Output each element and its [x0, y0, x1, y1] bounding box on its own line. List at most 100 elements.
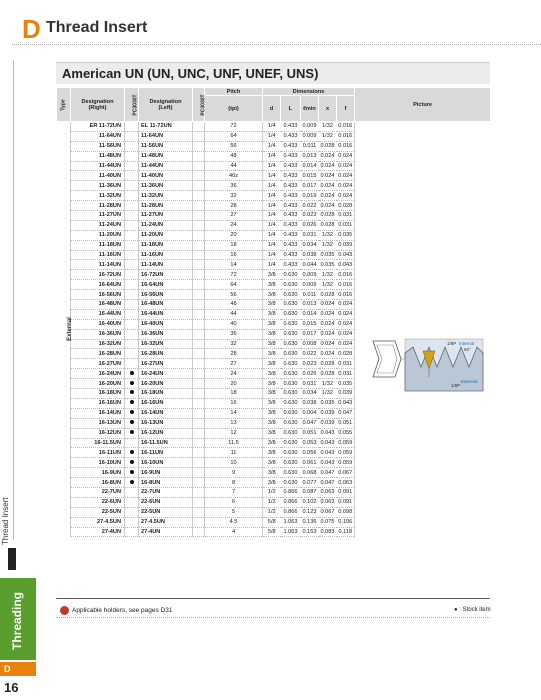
dim-f-cell: 0.043 [336, 398, 355, 409]
stock-cell-left [192, 477, 205, 488]
stock-dot-icon [129, 400, 134, 405]
dim-L-cell: 0.630 [280, 289, 301, 301]
stock-cell [124, 220, 139, 231]
stock-cell-left [192, 467, 205, 479]
dim-f-cell: 0.091 [336, 487, 355, 498]
pitch-cell: 8 [204, 477, 263, 488]
dim-lmin-cell: 0.022 [300, 200, 319, 212]
dim-f-cell: 0.031 [336, 220, 355, 231]
sidebar-tab-threading[interactable]: Threading [0, 578, 36, 660]
sidebar-rule [0, 60, 14, 540]
stock-dot-icon [129, 469, 134, 474]
designation-left: 11-56UN [138, 141, 193, 152]
designation-right: 16-32UN [70, 339, 125, 350]
dim-L-cell: 0.433 [280, 250, 301, 261]
pitch-cell: 6 [204, 497, 263, 508]
dim-lmin-cell: 0.023 [300, 358, 319, 370]
designation-right: 11-20UN [70, 230, 125, 241]
stock-cell [124, 329, 139, 340]
stock-cell [124, 527, 139, 538]
stock-cell [124, 507, 139, 518]
stock-cell [124, 151, 139, 162]
stock-cell-left [192, 170, 205, 182]
dim-d-cell: 1/4 [262, 259, 281, 271]
stock-cell-left [192, 240, 205, 251]
dim-lmin-cell: 0.013 [300, 151, 319, 162]
dim-d-cell: 1/2 [262, 497, 281, 508]
col-type: Type [56, 87, 71, 122]
designation-left: 16-56UN [138, 289, 193, 301]
designation-left: 11-20UN [138, 230, 193, 241]
dim-d-cell: 3/8 [262, 299, 281, 310]
dim-x-cell: 1/32 [318, 131, 337, 142]
designation-left: 16-12UN [138, 428, 193, 439]
designation-right: 16-24UN [70, 368, 125, 380]
dim-d-cell: 1/4 [262, 230, 281, 241]
dim-f-cell: 0.106 [336, 517, 355, 528]
col-dimensions: Dimensions [261, 87, 356, 96]
designation-left: 16-28UN [138, 348, 193, 360]
dim-lmin-cell: 0.034 [300, 388, 319, 399]
dim-x-cell: 1/32 [318, 388, 337, 399]
designation-left: 16-24UN [138, 368, 193, 380]
dim-f-cell: 0.039 [336, 240, 355, 251]
designation-left: 16-9UN [138, 467, 193, 479]
designation-right: 11-48UN [70, 151, 125, 162]
dim-d-cell: 1/4 [262, 121, 281, 132]
designation-right: 22-5UN [70, 507, 125, 518]
dim-x-cell: 0.028 [318, 220, 337, 231]
pitch-cell: 72 [204, 269, 263, 281]
designation-right: 16-44UN [70, 309, 125, 320]
dim-d-cell: 1/2 [262, 487, 281, 498]
dim-f-cell: 0.031 [336, 368, 355, 380]
dim-d-cell: 1/4 [262, 141, 281, 152]
designation-right: ER 11-72UN [70, 121, 125, 132]
designation-right: 27-4.5UN [70, 517, 125, 528]
col-x: x [318, 95, 337, 122]
dim-d-cell: 3/8 [262, 339, 281, 350]
stock-cell-left [192, 358, 205, 370]
dim-L-cell: 0.630 [280, 329, 301, 340]
dim-L-cell: 0.433 [280, 121, 301, 132]
dim-L-cell: 0.630 [280, 358, 301, 370]
dim-f-cell: 0.031 [336, 210, 355, 221]
dim-lmin-cell: 0.008 [300, 339, 319, 350]
designation-left: 16-11UN [138, 447, 193, 459]
stock-cell-left [192, 497, 205, 508]
pitch-cell: 4.5 [204, 517, 263, 528]
dim-x-cell: 1/32 [318, 279, 337, 291]
pitch-cell: 16 [204, 250, 263, 261]
stock-cell-left [192, 141, 205, 152]
dim-d-cell: 3/8 [262, 477, 281, 488]
stock-cell [124, 309, 139, 320]
dim-L-cell: 0.630 [280, 378, 301, 390]
dim-lmin-cell: 0.102 [300, 497, 319, 508]
holders-note: Applicable holders, see pages D31 [60, 606, 172, 615]
dim-lmin-cell: 0.044 [300, 259, 319, 271]
designation-right: 16-11UN [70, 447, 125, 459]
dim-x-cell: 0.028 [318, 141, 337, 152]
angle-label: 60° [464, 347, 471, 352]
dim-f-cell: 0.039 [336, 388, 355, 399]
dim-d-cell: 1/4 [262, 170, 281, 182]
dim-f-cell: 0.059 [336, 457, 355, 469]
dim-lmin-cell: 0.031 [300, 230, 319, 241]
dim-lmin-cell: 0.011 [300, 141, 319, 152]
dim-L-cell: 0.866 [280, 507, 301, 518]
dim-L-cell: 0.433 [280, 161, 301, 172]
pitch-cell: 36 [204, 180, 263, 192]
stock-dot-icon [129, 479, 134, 484]
dim-lmin-cell: 0.031 [300, 378, 319, 390]
dim-L-cell: 1.063 [280, 517, 301, 528]
page-header: D Thread Insert [0, 0, 541, 52]
dim-f-cell: 0.024 [336, 299, 355, 310]
external-label: External [461, 379, 478, 384]
stock-cell-left [192, 259, 205, 271]
dim-L-cell: 0.630 [280, 279, 301, 291]
dim-L-cell: 0.630 [280, 418, 301, 429]
chapter-title: Thread Insert [46, 19, 148, 36]
designation-left: 11-36UN [138, 180, 193, 192]
dim-x-cell: 1/32 [318, 240, 337, 251]
designation-right: 16-20UN [70, 378, 125, 390]
dim-lmin-cell: 0.056 [300, 447, 319, 459]
